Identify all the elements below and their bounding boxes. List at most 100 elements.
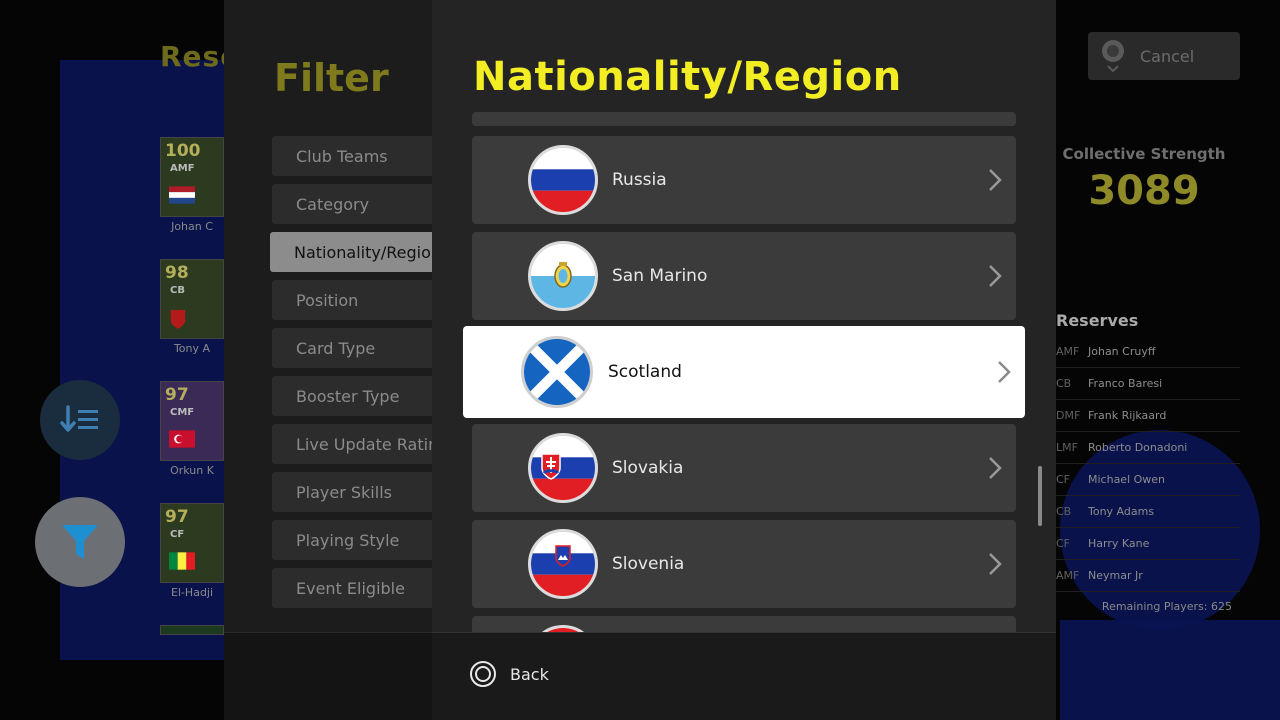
chevron-right-icon [989,169,1002,191]
reserve-name: Tony Adams [1088,505,1155,518]
filter-item-playing-style[interactable]: Playing Style [272,520,432,560]
nationality-row-russia[interactable]: Russia [472,136,1016,224]
reserve-name: Johan Cruyff [1088,345,1156,358]
filter-item-position[interactable]: Position [272,280,432,320]
chevron-right-icon [989,265,1002,287]
nationality-row-slovakia[interactable]: Slovakia [472,424,1016,512]
back-label: Back [510,664,549,684]
player-card[interactable]: 98 CB [160,259,224,339]
reserves-title: Reserves [1056,311,1139,330]
filter-item-club-teams[interactable]: Club Teams [272,136,432,176]
filter-footer [224,632,432,720]
pointer-stick-icon [1102,40,1124,73]
card-position: CB [170,285,185,296]
slovenia-flag-icon [528,529,598,599]
reserve-name: Franco Baresi [1088,377,1163,390]
nationality-footer: Back [432,632,1056,720]
reserve-position: CB [1056,377,1072,390]
reserve-name: Roberto Donadoni [1088,441,1188,454]
san-marino-flag-icon [528,241,598,311]
nationality-name: Slovakia [612,458,684,478]
flag-icon [528,625,598,632]
filter-item-card-type[interactable]: Card Type [272,328,432,368]
card-rating: 97 [165,385,189,405]
card-player-name: Tony A [173,342,211,355]
scotland-flag-icon [521,336,593,408]
nationality-title: Nationality/Region [473,54,902,100]
filter-panel: Filter Club Teams Category Nationality/R… [224,0,432,720]
reserve-row[interactable]: LMF Roberto Donadoni [1056,432,1240,464]
nationality-row-partial[interactable] [472,616,1016,632]
chevron-right-icon [989,457,1002,479]
nationality-name: San Marino [612,266,708,286]
filter-item-event-eligible[interactable]: Event Eligible [272,568,432,608]
player-card[interactable] [160,625,224,635]
reserve-name: Harry Kane [1088,537,1150,550]
reserve-position: CF [1056,537,1071,550]
bg-stripe [1060,620,1280,720]
reserve-position: CF [1056,473,1071,486]
turkey-flag-icon [169,430,195,448]
cancel-label: Cancel [1140,46,1195,66]
reserve-name: Michael Owen [1088,473,1166,486]
reserve-name: Frank Rijkaard [1088,409,1167,422]
reserves-list: AMF Johan Cruyff CB Franco Baresi DMF Frank… [1056,336,1240,592]
nationality-row-san-marino[interactable]: San Marino [472,232,1016,320]
collective-strength-value: 3089 [1088,168,1200,214]
card-rating: 98 [165,263,189,283]
reserve-row[interactable]: CF Harry Kane [1056,528,1240,560]
filter-item-booster-type[interactable]: Booster Type [272,376,432,416]
circle-button-icon [470,661,496,687]
filter-title: Filter [274,56,389,100]
nationality-name: Slovenia [612,554,685,574]
card-rating: 97 [165,507,189,527]
player-card[interactable]: 97 CF [160,503,224,583]
list-scrollbar[interactable] [1038,466,1042,526]
filter-button[interactable] [35,497,125,587]
nationality-row-scotland[interactable]: Scotland [463,326,1025,418]
chevron-right-icon [998,361,1011,383]
nationality-name: Scotland [608,362,682,382]
netherlands-flag-icon [169,186,195,204]
player-card[interactable]: 97 CMF [160,381,224,461]
nationality-row-slovenia[interactable]: Slovenia [472,520,1016,608]
nationality-panel: Russia San Marino Scotland Slovakia Slov… [432,0,1056,720]
nationality-name: Russia [612,170,667,190]
reserve-position: AMF [1056,345,1080,358]
reserve-position: CB [1056,505,1072,518]
filter-item-category[interactable]: Category [272,184,432,224]
filter-item-player-skills[interactable]: Player Skills [272,472,432,512]
reserve-position: AMF [1056,569,1080,582]
card-position: AMF [170,163,195,174]
card-player-name: Orkun K [170,464,214,477]
reserve-row[interactable]: CB Tony Adams [1056,496,1240,528]
slovakia-flag-icon [528,433,598,503]
chevron-right-icon [989,553,1002,575]
filter-item-live-update-rating[interactable]: Live Update Rating [272,424,432,464]
club-crest-icon [170,310,186,329]
card-player-name: Johan C [171,220,213,233]
sort-list-icon [60,405,98,432]
sort-button[interactable] [40,380,120,460]
card-rating: 100 [165,141,201,161]
collective-strength-label: Collective Strength [1062,145,1226,163]
card-position: CMF [170,407,195,418]
cancel-button[interactable]: Cancel [1088,32,1240,80]
reserve-name: Neymar Jr [1088,569,1143,582]
card-player-name: El-Hadji [170,586,214,599]
reserve-row[interactable]: CB Franco Baresi [1056,368,1240,400]
reserve-row[interactable]: AMF Neymar Jr [1056,560,1240,592]
reserve-row[interactable]: AMF Johan Cruyff [1056,336,1240,368]
russia-flag-icon [528,145,598,215]
reserve-row[interactable]: DMF Frank Rijkaard [1056,400,1240,432]
reserve-row[interactable]: CF Michael Owen [1056,464,1240,496]
reserve-position: DMF [1056,409,1081,422]
remaining-players: Remaining Players: 625 [1101,600,1232,613]
back-button[interactable]: Back [470,659,549,689]
filter-item-nationality-region[interactable]: Nationality/Region [270,232,432,272]
senegal-flag-icon [169,552,195,570]
filter-funnel-icon [62,525,98,559]
player-card[interactable]: 100 AMF [160,137,224,217]
nationality-row-partial[interactable] [472,112,1016,126]
filter-menu: Club Teams Category Nationality/Region P… [270,136,432,616]
